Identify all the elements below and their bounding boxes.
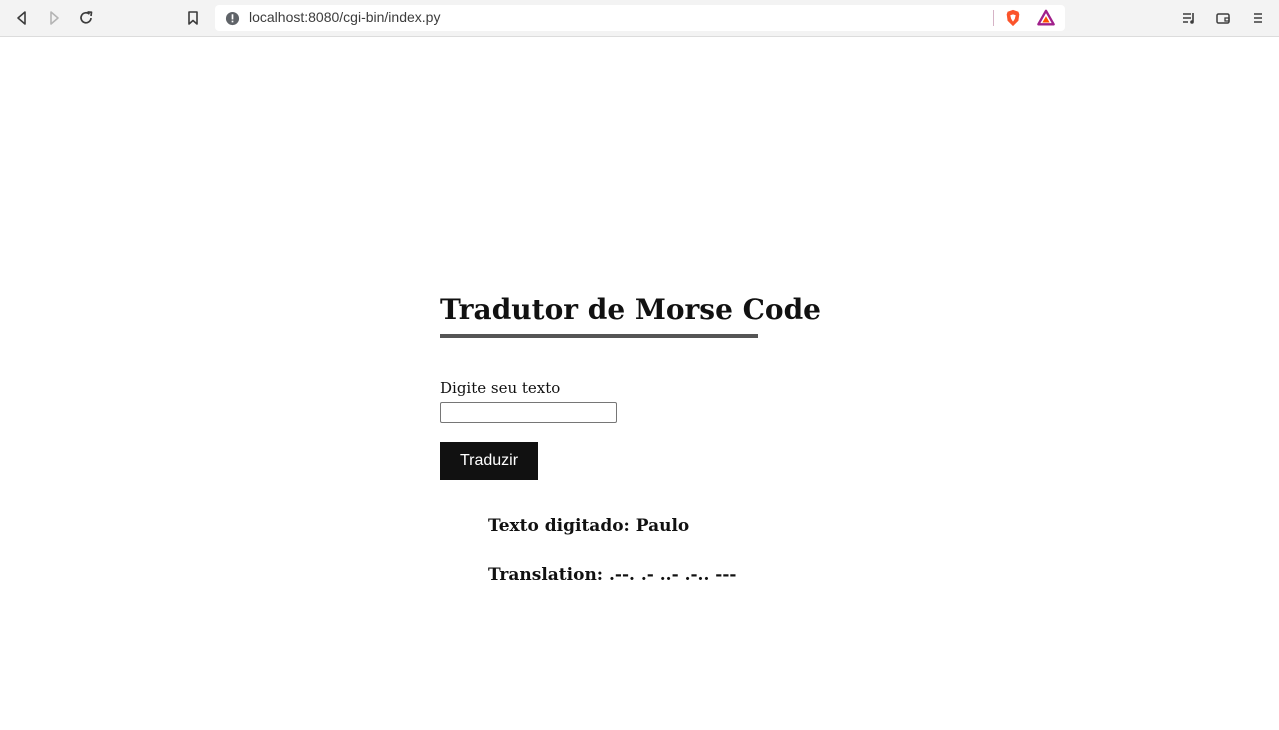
typed-text-result: Texto digitado: Paulo	[488, 516, 690, 536]
forward-button[interactable]	[42, 6, 66, 30]
browser-toolbar: localhost:8080/cgi-bin/index.py	[0, 0, 1279, 37]
omnibox-divider	[993, 10, 994, 26]
text-input[interactable]	[440, 402, 617, 423]
bookmark-button[interactable]	[181, 6, 205, 30]
page-title: Tradutor de Morse Code	[440, 293, 821, 326]
translate-button[interactable]: Traduzir	[440, 442, 538, 480]
address-bar[interactable]: localhost:8080/cgi-bin/index.py	[215, 5, 1065, 31]
menu-button[interactable]	[1246, 6, 1270, 30]
site-info-button[interactable]	[224, 10, 240, 26]
reload-icon	[80, 11, 93, 24]
bookmark-icon	[188, 11, 198, 25]
info-icon	[225, 11, 239, 25]
brave-shields-button[interactable]	[1003, 8, 1023, 28]
brave-rewards-icon	[1037, 9, 1055, 26]
menu-icon	[1254, 13, 1262, 23]
translation-result: Translation: .--. .- ..- .-.. ---	[488, 565, 737, 585]
back-button[interactable]	[10, 6, 34, 30]
brave-rewards-button[interactable]	[1036, 8, 1056, 28]
text-input-label: Digite seu texto	[440, 379, 561, 397]
wallet-icon	[1216, 13, 1230, 24]
reload-button[interactable]	[74, 6, 98, 30]
forward-arrow-icon	[50, 11, 59, 25]
title-underline	[440, 334, 758, 338]
reading-list-button[interactable]	[1177, 6, 1201, 30]
brave-shield-icon	[1006, 9, 1020, 27]
reading-list-icon	[1183, 13, 1194, 24]
back-arrow-icon	[17, 11, 26, 25]
wallet-button[interactable]	[1211, 6, 1235, 30]
url-text[interactable]: localhost:8080/cgi-bin/index.py	[249, 9, 440, 25]
